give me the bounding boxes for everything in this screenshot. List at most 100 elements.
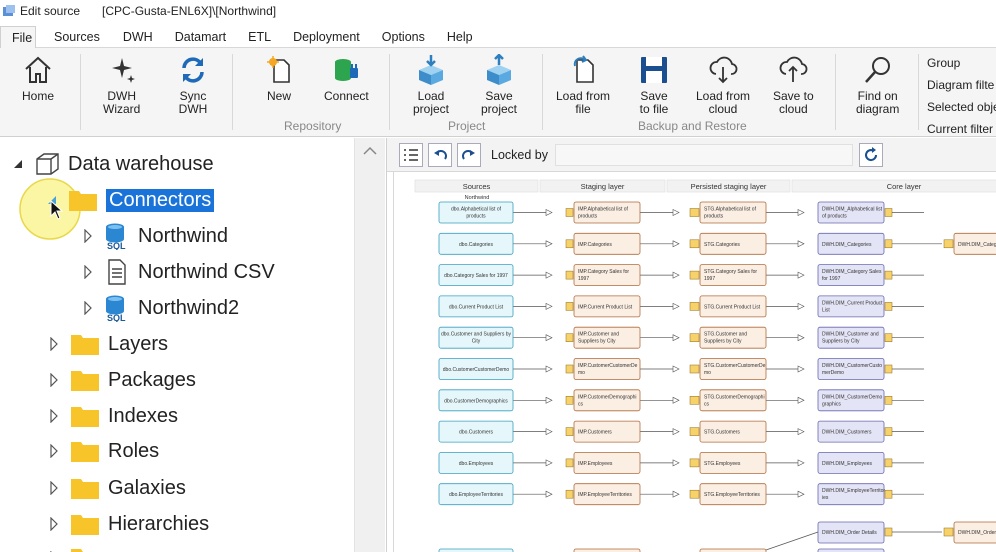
tree-item-hierarchies[interactable]: Hierarchies — [46, 509, 209, 539]
link-arrow-icon — [672, 334, 680, 342]
tree-item-data-warehouse[interactable]: Data warehouse — [10, 149, 214, 179]
tab-sources[interactable]: Sources — [36, 26, 112, 48]
tree-item-northwind-csv[interactable]: Northwind CSV — [80, 257, 275, 287]
home-button[interactable]: Home — [22, 54, 54, 103]
link-arrow-icon — [545, 209, 553, 216]
refresh-button[interactable] — [859, 143, 883, 167]
node-label: DWH.DIM_Customer and — [822, 332, 879, 338]
collapsed-arrow-icon[interactable] — [46, 443, 62, 459]
link-arrow-icon — [545, 396, 553, 404]
diagram-canvas[interactable]: Sources Staging layer Persisted staging la… — [393, 172, 996, 552]
link-arrow-icon — [545, 240, 553, 248]
floppy-disk-icon — [641, 57, 667, 83]
selected-objects-option[interactable]: Selected obje — [927, 96, 996, 118]
tab-options[interactable]: Options — [371, 26, 436, 48]
tree-item-packages[interactable]: Packages — [46, 365, 196, 395]
tab-deployment[interactable]: Deployment — [282, 26, 371, 48]
tab-help[interactable]: Help — [436, 26, 484, 48]
folder-icon — [70, 332, 100, 356]
tree-label: Hierarchies — [108, 512, 210, 535]
undo-button[interactable] — [428, 143, 452, 167]
save-project-label-2: project — [481, 102, 518, 116]
etl-task-icon — [884, 239, 893, 249]
tree-item-connectors[interactable]: Connectors — [44, 185, 215, 215]
folder-icon — [70, 476, 100, 500]
save-project-button[interactable]: Save project — [481, 54, 517, 116]
folder-icon — [70, 546, 100, 552]
etl-task-icon — [689, 396, 700, 405]
tree-item-indexes[interactable]: Indexes — [46, 401, 178, 431]
lineage-diagram[interactable]: Sources Staging layer Persisted staging la… — [394, 172, 996, 552]
collapsed-arrow-icon[interactable] — [46, 372, 62, 388]
link-arrow-icon — [672, 459, 680, 467]
node-label: STG.Employees — [704, 461, 741, 467]
box-download-icon — [419, 55, 444, 85]
tree-item-layers[interactable]: Layers — [46, 329, 168, 359]
sync-dwh-button[interactable]: Sync DWH — [177, 54, 209, 116]
tab-dwh[interactable]: DWH — [112, 26, 164, 48]
locked-by-label: Locked by — [491, 148, 548, 162]
node-label: IMP.Alphabetical list of — [578, 207, 629, 213]
redo-button[interactable] — [457, 143, 481, 167]
tab-etl[interactable]: ETL — [237, 26, 282, 48]
node-label: STG.EmployeeTerritories — [704, 492, 760, 498]
collapsed-arrow-icon[interactable] — [46, 408, 62, 424]
folder-icon — [70, 404, 100, 428]
load-from-cloud-button[interactable]: Load from cloud — [696, 54, 750, 116]
tree-item-roles[interactable]: Roles — [46, 436, 159, 466]
link-arrow-icon — [672, 209, 680, 216]
collapsed-arrow-icon[interactable] — [80, 228, 96, 244]
find-on-diagram-button[interactable]: Find on diagram — [856, 54, 899, 116]
filter-options-list: Group Diagram filte Selected obje Curren… — [927, 52, 996, 140]
collapsed-arrow-icon[interactable] — [80, 300, 96, 316]
ribbon-separator — [918, 54, 919, 130]
load-project-button[interactable]: Load project — [413, 54, 449, 116]
node-label: merDemo — [822, 370, 844, 376]
tree-scrollbar[interactable] — [354, 138, 385, 552]
scroll-up-icon[interactable] — [362, 146, 378, 156]
save-to-cloud-button[interactable]: Save to cloud — [773, 54, 814, 116]
new-label: New — [266, 89, 291, 103]
node-label: DWH.DIM_Alphabetical list — [822, 207, 883, 213]
save-to-file-button[interactable]: Save to file — [638, 54, 670, 116]
collapsed-arrow-icon[interactable] — [46, 336, 62, 352]
tree-item-northwind2[interactable]: SQL Northwind2 — [80, 293, 239, 323]
tree-item-partial[interactable] — [46, 543, 108, 552]
dwh-wizard-button[interactable]: DWH Wizard — [103, 54, 140, 116]
link-arrow-icon — [797, 334, 805, 342]
group-option[interactable]: Group — [927, 52, 996, 74]
tab-file[interactable]: File — [0, 26, 36, 48]
tree-item-galaxies[interactable]: Galaxies — [46, 473, 186, 503]
tree-label: Indexes — [108, 404, 179, 427]
svg-text:SQL: SQL — [107, 241, 126, 250]
staging-node — [573, 358, 641, 380]
node-label: ies — [822, 495, 829, 501]
etl-task-icon — [689, 333, 700, 342]
diagram-list-button[interactable] — [399, 143, 423, 167]
tree-label: Data warehouse — [68, 152, 214, 175]
connect-button[interactable]: Connect — [324, 54, 369, 103]
node-label: for 1997 — [822, 276, 841, 282]
node-label: DWH.DIM_Categories — [822, 242, 872, 248]
core-node — [817, 201, 885, 224]
tab-datamart[interactable]: Datamart — [164, 26, 237, 48]
current-filter-option[interactable]: Current filter — [927, 118, 996, 140]
tree-item-northwind[interactable]: SQL Northwind — [80, 221, 228, 251]
expanded-arrow-icon[interactable] — [10, 156, 26, 172]
node-label: mo — [704, 370, 711, 376]
collapsed-arrow-icon[interactable] — [46, 516, 62, 532]
node-label: STG.Alphabetical list of — [704, 207, 757, 213]
etl-task-icon — [884, 302, 893, 311]
collapsed-arrow-icon[interactable] — [46, 480, 62, 496]
dwh-wizard-label-2: Wizard — [103, 102, 141, 116]
node-label: dbo.Employees — [459, 461, 494, 467]
new-button[interactable]: New — [263, 54, 295, 103]
database-plug-icon — [335, 59, 359, 81]
link-arrow-icon — [545, 428, 553, 436]
node-label: IMP.EmployeeTerritories — [578, 492, 632, 498]
node-label: STG.CustomerCustomerDe — [704, 363, 766, 369]
collapsed-arrow-icon[interactable] — [80, 264, 96, 280]
diagram-filter-option[interactable]: Diagram filte — [927, 74, 996, 96]
node-label: STG.CustomerDemographi — [704, 394, 765, 400]
load-from-file-button[interactable]: Load from file — [556, 54, 610, 116]
